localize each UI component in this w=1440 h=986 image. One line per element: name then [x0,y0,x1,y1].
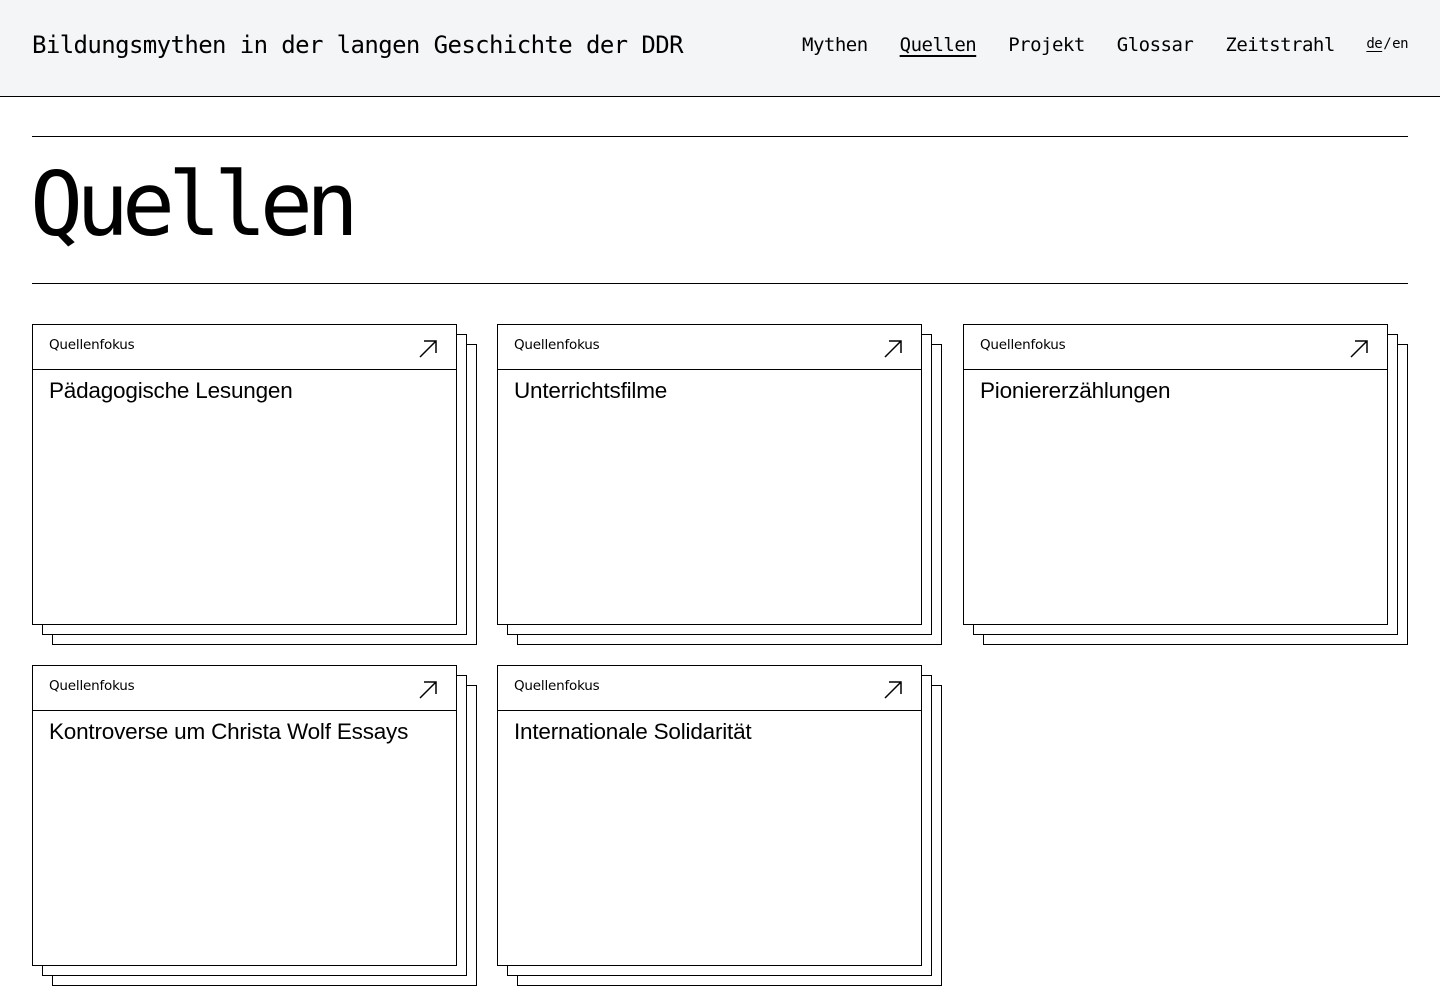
lang-de-link[interactable]: de [1366,36,1382,52]
source-card-internationale-solidaritaet[interactable]: Quellenfokus Internationale Solidarität [497,665,942,986]
card-header: Quellenfokus [498,325,921,370]
card-title: Internationale Solidarität [514,719,752,744]
card-title: Unterrichtsfilme [514,378,668,403]
card-header: Quellenfokus [964,325,1387,370]
arrow-up-right-icon[interactable] [1349,339,1369,359]
lang-separator: / [1383,36,1392,52]
source-card-pioniererzaehlungen[interactable]: Quellenfokus Pioniererzählungen [963,324,1408,645]
main-nav: Mythen Quellen Projekt Glossar Zeitstrah… [802,34,1335,56]
card-face: Quellenfokus Unterrichtsfilme [497,324,922,625]
nav-item-quellen[interactable]: Quellen [900,34,977,56]
card-title: Pädagogische Lesungen [49,378,293,403]
arrow-up-right-icon[interactable] [418,680,438,700]
card-kicker: Quellenfokus [49,678,135,694]
nav-item-glossar[interactable]: Glossar [1117,34,1194,56]
source-card-unterrichtsfilme[interactable]: Quellenfokus Unterrichtsfilme [497,324,942,645]
card-face: Quellenfokus Internationale Solidarität [497,665,922,966]
heading-rule-top [32,136,1408,137]
nav-item-zeitstrahl[interactable]: Zeitstrahl [1225,34,1335,56]
card-title: Kontroverse um Christa Wolf Essays [49,719,409,744]
site-title[interactable]: Bildungsmythen in der langen Geschichte … [32,31,684,59]
source-card-paedagogische-lesungen[interactable]: Quellenfokus Pädagogische Lesungen [32,324,477,645]
lang-en-link[interactable]: en [1392,36,1408,52]
arrow-up-right-icon[interactable] [418,339,438,359]
card-face: Quellenfokus Pädagogische Lesungen [32,324,457,625]
source-card-kontroverse-christa-wolf[interactable]: Quellenfokus Kontroverse um Christa Wolf… [32,665,477,986]
language-switch: de/en [1366,36,1408,52]
site-header: Bildungsmythen in der langen Geschichte … [0,0,1440,97]
card-face: Quellenfokus Pioniererzählungen [963,324,1388,625]
nav-item-projekt[interactable]: Projekt [1008,34,1085,56]
page-title: Quellen [30,153,359,256]
card-kicker: Quellenfokus [514,337,600,353]
arrow-up-right-icon[interactable] [883,339,903,359]
card-kicker: Quellenfokus [514,678,600,694]
card-face: Quellenfokus Kontroverse um Christa Wolf… [32,665,457,966]
card-title: Pioniererzählungen [980,378,1171,403]
card-kicker: Quellenfokus [980,337,1066,353]
heading-rule-bottom [32,283,1408,284]
nav-item-mythen[interactable]: Mythen [802,34,868,56]
card-header: Quellenfokus [498,666,921,711]
card-header: Quellenfokus [33,325,456,370]
card-kicker: Quellenfokus [49,337,135,353]
card-header: Quellenfokus [33,666,456,711]
arrow-up-right-icon[interactable] [883,680,903,700]
